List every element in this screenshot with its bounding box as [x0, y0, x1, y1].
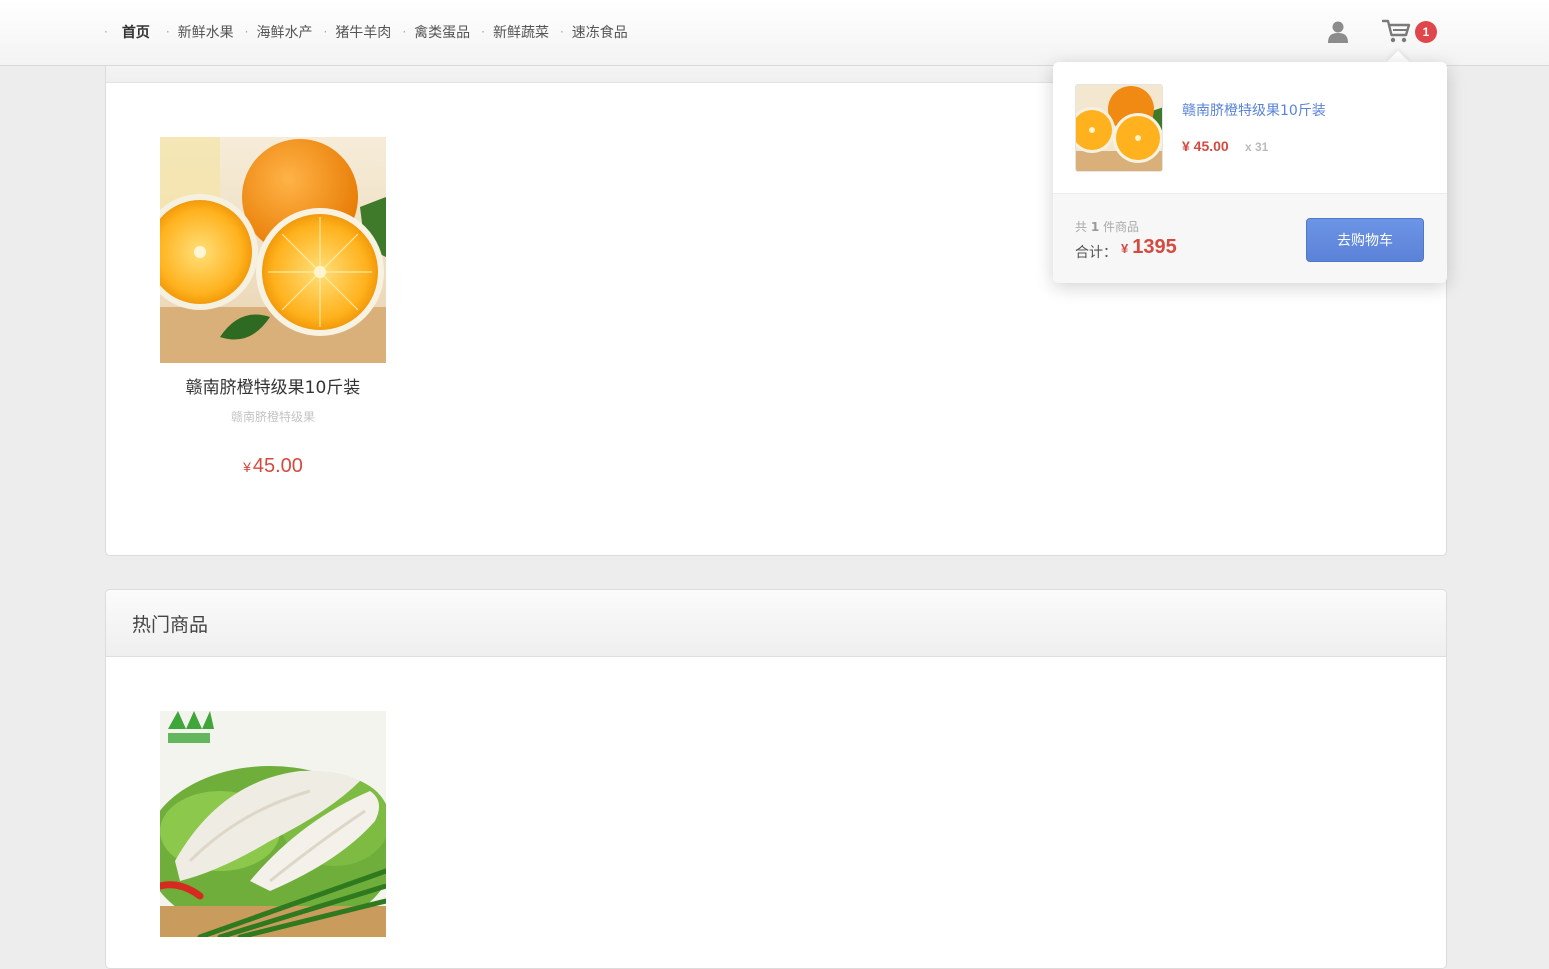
count-value: 1 [1090, 220, 1100, 234]
cart-total: ¥1395 [1121, 236, 1177, 259]
nav-separator: · [402, 25, 407, 39]
go-to-cart-button[interactable]: 去购物车 [1306, 218, 1424, 262]
currency-symbol: ¥ [243, 459, 251, 475]
product-card[interactable] [160, 711, 386, 937]
nav-separator: · [323, 25, 328, 39]
total-label: 合计： [1075, 245, 1117, 261]
nav-item-seafood[interactable]: · 海鲜水产 [243, 22, 322, 42]
top-navbar: · 首页 · 新鲜水果 · 海鲜水产 · 猪牛羊肉 · 禽类蛋品 · 新鲜蔬菜 … [0, 0, 1549, 66]
shopping-cart-icon[interactable] [1381, 18, 1412, 44]
product-card[interactable]: 赣南脐橙特级果10斤装 赣南脐橙特级果 ¥45.00 [160, 137, 386, 478]
nav-item-label: 禽类蛋品 [414, 25, 471, 41]
orange-thumbnail-image [1076, 85, 1162, 171]
product-name: 赣南脐橙特级果10斤装 [185, 378, 361, 398]
cart-count-badge: 1 [1415, 21, 1437, 43]
cart-item-price: ¥ 45.00 [1182, 138, 1229, 154]
currency-symbol: ¥ [1121, 241, 1129, 256]
cart-item-count: 共 1 件商品 [1075, 218, 1139, 235]
nav-item-fresh-fruit[interactable]: · 新鲜水果 [164, 22, 243, 42]
count-prefix: 共 [1075, 220, 1088, 234]
category-nav: · 首页 · 新鲜水果 · 海鲜水产 · 猪牛羊肉 · 禽类蛋品 · 新鲜蔬菜 … [102, 0, 637, 64]
nav-item-label: 猪牛羊肉 [335, 25, 392, 41]
nav-item-label: 海鲜水产 [256, 25, 313, 41]
nav-item-label: 速冻食品 [571, 25, 628, 41]
nav-separator: · [559, 25, 564, 39]
count-suffix: 件商品 [1103, 220, 1140, 234]
nav-item-home[interactable]: · 首页 [102, 22, 164, 42]
nav-separator: · [104, 25, 108, 39]
nav-item-poultry-eggs[interactable]: · 禽类蛋品 [400, 22, 479, 42]
nav-item-meat[interactable]: · 猪牛羊肉 [321, 22, 400, 42]
cart-dropdown-footer: 共 1 件商品 合计： ¥1395 去购物车 [1053, 193, 1447, 283]
nav-item-label: 新鲜水果 [177, 25, 234, 41]
product-subtitle: 赣南脐橙特级果 [230, 410, 315, 424]
nav-item-frozen-food[interactable]: · 速冻食品 [558, 22, 637, 42]
orange-product-image [160, 137, 386, 363]
cart-item: 赣南脐橙特级果10斤装 ¥ 45.00 x 31 [1075, 84, 1425, 172]
user-icon[interactable] [1327, 20, 1349, 44]
hot-products-section: 热门商品 [105, 589, 1447, 969]
pork-product-image [160, 711, 386, 937]
nav-separator: · [165, 25, 170, 39]
section-title: 热门商品 [106, 590, 1446, 657]
cart-item-name-link[interactable]: 赣南脐橙特级果10斤装 [1182, 100, 1326, 120]
cart-item-quantity: x 31 [1245, 140, 1269, 154]
nav-item-vegetables[interactable]: · 新鲜蔬菜 [479, 22, 558, 42]
nav-item-label: 首页 [121, 25, 150, 41]
cart-item-thumbnail[interactable] [1075, 84, 1163, 172]
product-price: ¥45.00 [160, 455, 386, 478]
nav-item-label: 新鲜蔬菜 [492, 25, 549, 41]
total-value: 1395 [1132, 236, 1177, 258]
nav-separator: · [481, 25, 485, 39]
price-value: 45.00 [252, 455, 303, 477]
cart-dropdown: 赣南脐橙特级果10斤装 ¥ 45.00 x 31 共 1 件商品 合计： ¥13… [1053, 62, 1447, 283]
nav-separator: · [244, 25, 249, 39]
